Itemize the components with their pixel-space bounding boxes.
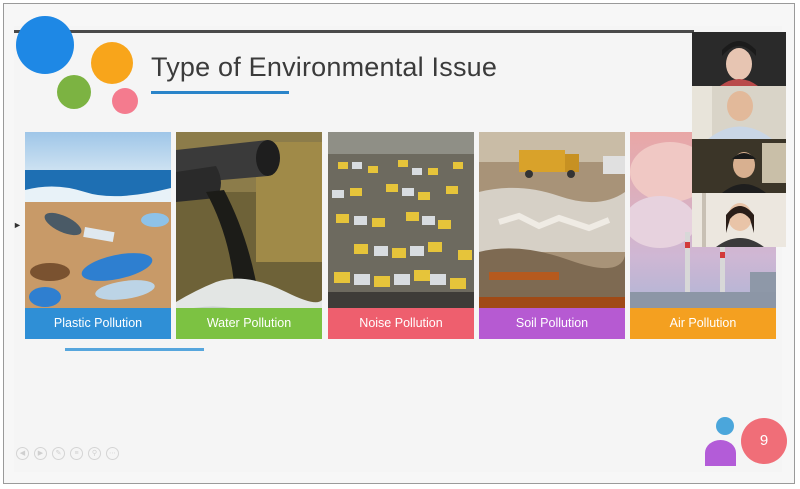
webcam-video-feed: [692, 86, 786, 139]
title-underline: [151, 91, 289, 94]
decor-circle-green: [57, 75, 91, 109]
slide-top-rule: [14, 30, 694, 33]
card-water-pollution[interactable]: Water Pollution: [176, 132, 322, 339]
card-label: Air Pollution: [630, 308, 776, 339]
card-label: Water Pollution: [176, 308, 322, 339]
pen-icon[interactable]: ✎: [52, 447, 65, 460]
slide-progress-bar: [65, 348, 204, 351]
card-plastic-pollution[interactable]: Plastic Pollution: [25, 132, 171, 339]
menu-icon[interactable]: ≡: [70, 447, 83, 460]
cursor-arrow-icon: ►: [13, 220, 22, 230]
participant-video-4[interactable]: [692, 193, 786, 247]
webcam-video-feed: [692, 193, 786, 247]
more-icon[interactable]: ⋯: [106, 447, 119, 460]
participant-video-1[interactable]: [692, 32, 786, 86]
page-number: 9: [741, 418, 787, 464]
next-icon[interactable]: ▶: [34, 447, 47, 460]
participant-video-3[interactable]: [692, 139, 786, 193]
webcam-video-feed: [692, 32, 786, 86]
decor-circle-light-blue: [716, 417, 734, 435]
webcam-video-feed: [692, 139, 786, 193]
card-label: Noise Pollution: [328, 308, 474, 339]
card-label: Soil Pollution: [479, 308, 625, 339]
card-label: Plastic Pollution: [25, 308, 171, 339]
card-noise-pollution[interactable]: Noise Pollution: [328, 132, 474, 339]
card-soil-pollution[interactable]: Soil Pollution: [479, 132, 625, 339]
zoom-icon[interactable]: ⚲: [88, 447, 101, 460]
slide-title: Type of Environmental Issue: [151, 52, 498, 82]
prev-icon[interactable]: ◀: [16, 447, 29, 460]
decor-circle-pink: [112, 88, 138, 114]
decor-circle-orange: [91, 42, 133, 84]
participant-video-2[interactable]: [692, 86, 786, 139]
decor-circle-blue: [16, 16, 74, 74]
decor-circle-purple: [705, 440, 736, 466]
slideshow-toolbar: ◀ ▶ ✎ ≡ ⚲ ⋯: [16, 447, 119, 460]
